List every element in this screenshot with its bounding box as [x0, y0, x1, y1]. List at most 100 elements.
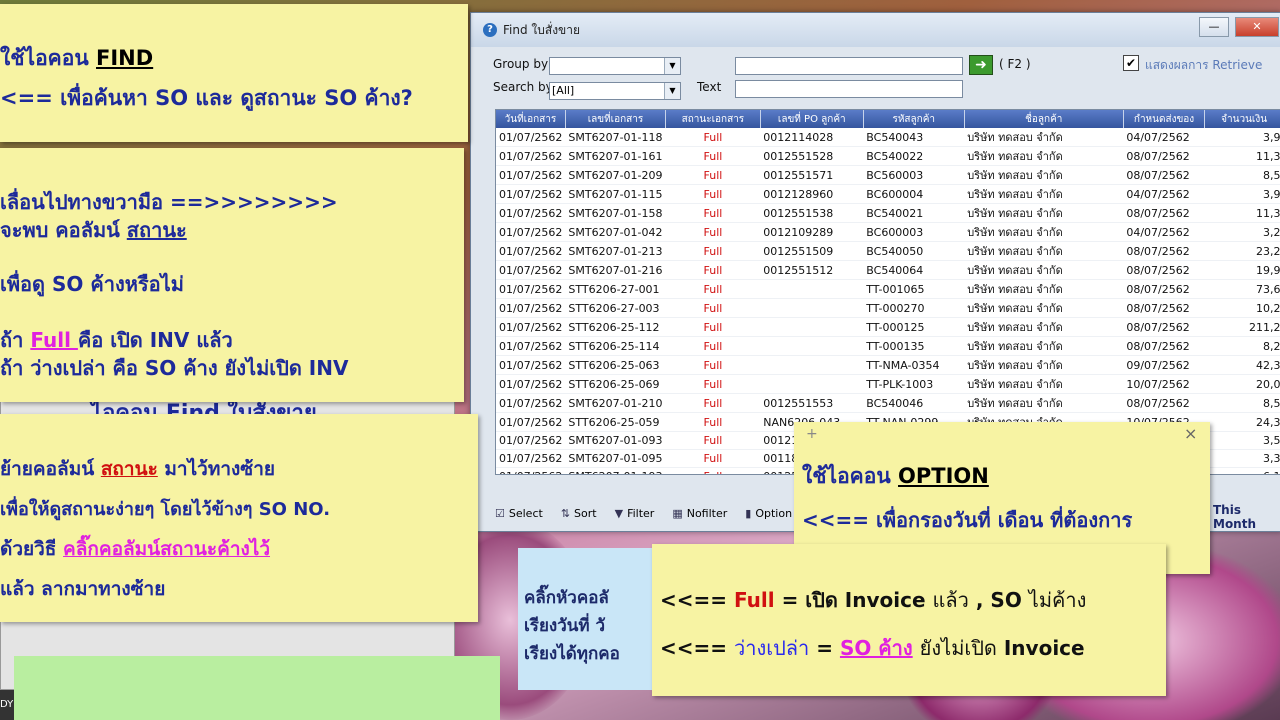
table-row[interactable]: 01/07/2562 STT6206-25-112 Full TT-000125 บริ… [496, 317, 1280, 337]
table-cell: SMT6207-01-042 [565, 222, 666, 242]
table-row[interactable]: 01/07/2562 STT6206-25-063 Full TT-NMA-0354 บ… [496, 355, 1280, 375]
table-row[interactable]: 01/07/2562 SMT6207-01-216 Full 0012551512 BC… [496, 260, 1280, 280]
table-cell: 01/07/2562 [496, 317, 566, 337]
table-row[interactable]: 01/07/2562 SMT6207-01-213 Full 0012551509 BC… [496, 241, 1280, 261]
table-cell: SMT6207-01-161 [565, 146, 666, 166]
column-header[interactable]: เลขที่ PO ลูกค้า [760, 110, 864, 128]
bottom-toolbar: ☑ Select ⇅ Sort ▼ Filter ▦ Nofilter ▮ Option [495, 501, 792, 525]
nofilter-label: Nofilter [686, 506, 728, 520]
table-cell: 0012551528 [760, 146, 864, 166]
check-icon: ✔ [1125, 56, 1137, 70]
sort-button[interactable]: ⇅ Sort [561, 507, 597, 520]
table-cell: TT-000135 [863, 336, 965, 356]
search-input[interactable] [735, 57, 963, 75]
option-button[interactable]: ▮ Option [745, 507, 792, 520]
table-cell: Full [665, 203, 761, 223]
blue-note: คลิ๊กหัวคอลั เรียงวันที่ วั เรียงได้ทุกค… [518, 548, 668, 690]
table-row[interactable]: 01/07/2562 SMT6207-01-161 Full 0012551528 BC… [496, 146, 1280, 166]
table-row[interactable]: 01/07/2562 STT6206-27-003 Full TT-000270 บริ… [496, 298, 1280, 318]
go-arrow-button[interactable]: ➜ [969, 55, 993, 75]
table-cell: บริษัท ทดสอบ จำกัด [964, 184, 1124, 204]
table-cell: 0012551553 [760, 393, 864, 413]
table-cell: BC540064 [863, 260, 965, 280]
table-cell: SMT6207-01-118 [565, 128, 666, 147]
close-icon[interactable]: × [1184, 424, 1197, 443]
table-cell: 01/07/2562 [496, 298, 566, 318]
table-cell: 01/07/2562 [496, 260, 566, 280]
minimize-button[interactable]: — [1199, 17, 1229, 37]
filter-button[interactable]: ▼ Filter [615, 507, 655, 520]
table-cell: 01/07/2562 [496, 222, 566, 242]
table-row[interactable]: 01/07/2562 SMT6207-01-210 Full 0012551553 BC… [496, 393, 1280, 413]
table-cell: BC540022 [863, 146, 965, 166]
table-cell: บริษัท ทดสอบ จำกัด [964, 374, 1124, 394]
column-header[interactable]: จำนวนเงิน [1204, 110, 1280, 128]
table-cell: TT-001065 [863, 279, 965, 299]
table-cell: 0012109289 [760, 222, 864, 242]
table-cell: 3,9 [1204, 128, 1280, 147]
table-cell: 3,2 [1204, 222, 1280, 242]
table-cell: 04/07/2562 [1123, 184, 1205, 204]
column-header[interactable]: วันที่เอกสาร [496, 110, 566, 128]
table-cell: Full [665, 146, 761, 166]
close-button[interactable]: ✕ [1235, 17, 1279, 37]
select-icon: ☑ [495, 506, 505, 520]
table-cell: 01/07/2562 [496, 203, 566, 223]
column-header[interactable]: ชื่อลูกค้า [964, 110, 1124, 128]
table-cell: SMT6207-01-093 [565, 431, 666, 450]
sales-order-grid[interactable]: วันที่เอกสาร เลขที่เอกสาร สถานะเอกสาร เล… [495, 109, 1280, 475]
table-cell: 11,3 [1204, 146, 1280, 166]
table-row[interactable]: 01/07/2562 STT6206-27-001 Full TT-001065 บริ… [496, 279, 1280, 299]
search-by-select[interactable]: [All] ▼ [549, 82, 681, 100]
column-header[interactable]: สถานะเอกสาร [665, 110, 761, 128]
column-header[interactable]: เลขที่เอกสาร [565, 110, 667, 128]
table-cell: STT6206-25-114 [565, 336, 666, 356]
table-cell: 3,5 [1204, 431, 1280, 450]
table-cell: 01/07/2562 [496, 336, 566, 356]
this-month-button[interactable]: This Month [1213, 503, 1280, 531]
group-by-select[interactable]: ▼ [549, 57, 681, 75]
option-icon: ▮ [745, 506, 752, 520]
group-by-label: Group by [493, 57, 549, 71]
table-cell: บริษัท ทดสอบ จำกัด [964, 279, 1124, 299]
search-by-value: [All] [552, 84, 575, 97]
table-cell: 01/07/2562 [496, 467, 566, 474]
select-button[interactable]: ☑ Select [495, 507, 543, 520]
table-cell [760, 317, 864, 337]
table-cell: Full [665, 374, 761, 394]
table-cell: Full [665, 412, 761, 432]
add-note-icon[interactable]: + [806, 426, 818, 442]
table-cell: บริษัท ทดสอบ จำกัด [964, 222, 1124, 242]
table-row[interactable]: 01/07/2562 SMT6207-01-158 Full 0012551538 BC… [496, 203, 1280, 223]
table-row[interactable]: 01/07/2562 SMT6207-01-115 Full 0012128960 BC… [496, 184, 1280, 204]
retrieve-checkbox[interactable]: ✔ [1123, 55, 1139, 71]
table-cell: TT-000125 [863, 317, 965, 337]
column-header[interactable]: รหัสลูกค้า [863, 110, 965, 128]
table-row[interactable]: 01/07/2562 STT6206-25-069 Full TT-PLK-1003 บ… [496, 374, 1280, 394]
table-cell: Full [665, 165, 761, 185]
table-cell: บริษัท ทดสอบ จำกัด [964, 336, 1124, 356]
table-cell: 20,0 [1204, 374, 1280, 394]
window-title: Find ใบสั่งขาย [503, 22, 581, 37]
table-row[interactable]: 01/07/2562 SMT6207-01-118 Full 0012114028 BC… [496, 128, 1280, 147]
table-cell: Full [665, 317, 761, 337]
table-cell: บริษัท ทดสอบ จำกัด [964, 393, 1124, 413]
table-row[interactable]: 01/07/2562 SMT6207-01-209 Full 0012551571 BC… [496, 165, 1280, 185]
text-input[interactable] [735, 80, 963, 98]
nofilter-button[interactable]: ▦ Nofilter [672, 507, 727, 520]
table-cell: 0012114028 [760, 128, 864, 147]
table-cell: บริษัท ทดสอบ จำกัด [964, 203, 1124, 223]
sort-label: Sort [574, 506, 597, 520]
table-cell: STT6206-25-112 [565, 317, 666, 337]
table-cell: Full [665, 279, 761, 299]
table-cell: 08/07/2562 [1123, 393, 1205, 413]
table-row[interactable]: 01/07/2562 SMT6207-01-042 Full 0012109289 BC… [496, 222, 1280, 242]
table-cell [760, 336, 864, 356]
nofilter-icon: ▦ [672, 506, 683, 520]
table-cell: บริษัท ทดสอบ จำกัด [964, 260, 1124, 280]
table-cell: 01/07/2562 [496, 355, 566, 375]
table-cell: 19,9 [1204, 260, 1280, 280]
column-header[interactable]: กำหนดส่งของ [1123, 110, 1206, 128]
table-row[interactable]: 01/07/2562 STT6206-25-114 Full TT-000135 บริ… [496, 336, 1280, 356]
sticky-note-move-column: ย้ายคอลัมน์ สถานะ มาไว้ทางซ้าย เพื่อให้ด… [0, 414, 478, 622]
